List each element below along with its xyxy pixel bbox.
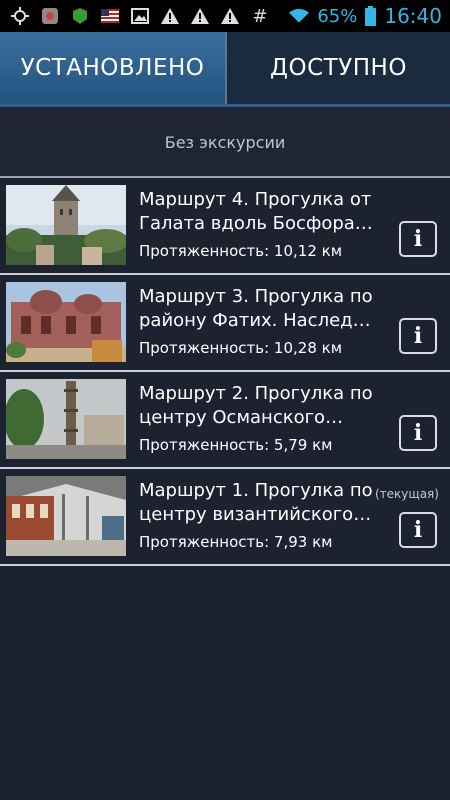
warning-icon [160,6,180,26]
tab-bar: УСТАНОВЛЕНО ДОСТУПНО [0,32,450,104]
list-item[interactable]: Маршрут 3. Прогулка по району Фатих. Нас… [0,275,450,372]
route-thumbnail-galata [6,185,126,265]
gps-icon [10,6,30,26]
list-item[interactable]: Маршрут 1. Прогулка по центру византийск… [0,469,450,566]
battery-icon [365,6,377,26]
route-list: Маршрут 4. Прогулка от Галата вдоль Босф… [0,178,450,566]
wifi-icon [289,6,310,26]
route-title: Маршрут 1. Прогулка по центру византийск… [139,480,373,525]
security-icon [70,6,90,26]
clock: 16:40 [384,4,442,28]
list-item[interactable]: Маршрут 2. Прогулка по центру Османского… [0,372,450,469]
info-button[interactable]: i [399,512,437,548]
status-bar: # 65% 16:40 [0,0,450,32]
route-length: Протяженность: 7,93 км [139,533,333,551]
info-button[interactable]: i [399,318,437,354]
tab-divider [0,104,450,107]
app-icon [40,6,60,26]
route-thumbnail-ottoman [6,379,126,459]
route-length: Протяженность: 5,79 км [139,436,333,454]
tab-installed[interactable]: УСТАНОВЛЕНО [0,32,225,104]
route-title: Маршрут 2. Прогулка по центру Османского… [139,383,373,428]
image-icon [130,6,150,26]
warning-icon [190,6,210,26]
info-button[interactable]: i [399,415,437,451]
flag-icon [100,6,120,26]
warning-icon [220,6,240,26]
route-thumbnail-byzantine [6,476,126,556]
list-item[interactable]: Маршрут 4. Прогулка от Галата вдоль Босф… [0,178,450,275]
no-tour-option[interactable]: Без экскурсии [0,108,450,176]
battery-percent: 65% [317,5,358,27]
current-route-badge: (текущая) [375,487,439,501]
route-length: Протяженность: 10,28 км [139,339,343,357]
route-title: Маршрут 3. Прогулка по району Фатих. Нас… [139,286,373,331]
route-thumbnail-fatih [6,282,126,362]
route-length: Протяженность: 10,12 км [139,242,343,260]
hash-icon: # [252,5,268,27]
info-button[interactable]: i [399,221,437,257]
route-title: Маршрут 4. Прогулка от Галата вдоль Босф… [139,189,373,234]
tab-available[interactable]: ДОСТУПНО [225,32,450,104]
